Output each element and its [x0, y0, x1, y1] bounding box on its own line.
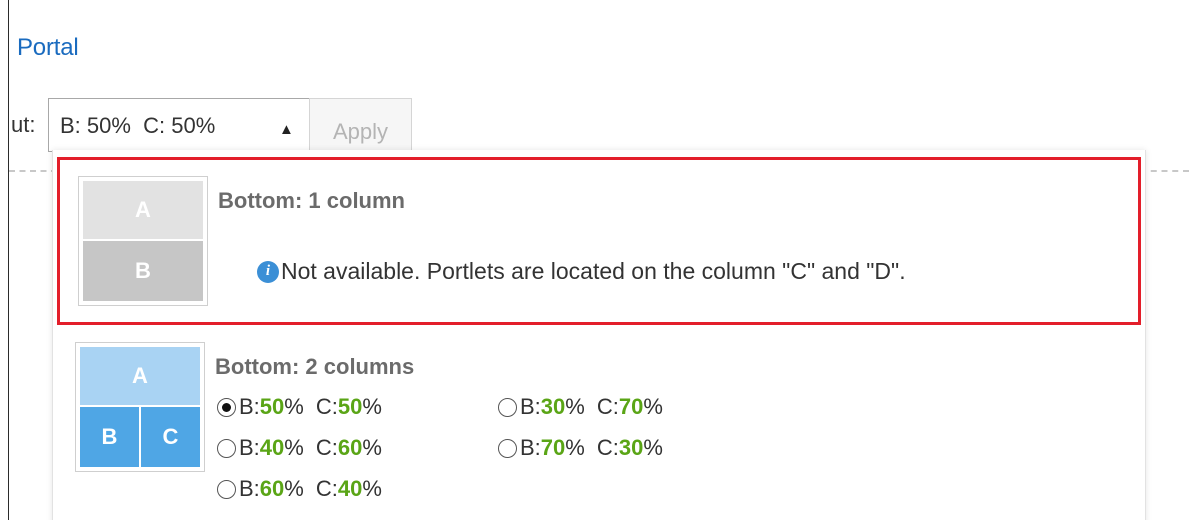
radio-pct-sign: % [362, 435, 382, 460]
radio-b60-c40[interactable]: B: 60% C: 40% [217, 476, 382, 502]
radio-pct-sign: % [362, 394, 382, 419]
radio-c-label: C: [596, 435, 619, 460]
radio-b-label: B: [239, 394, 260, 419]
option-title: Bottom: 2 columns [215, 354, 415, 379]
radio-b-pct: 30 [540, 394, 566, 419]
radio-c-label: C: [315, 476, 338, 501]
radio-c-pct: 50 [337, 394, 363, 419]
portal-layout-page: Portal ut: B: 50% C: 50% ▲ Apply A B Bot… [0, 0, 1189, 520]
radio-b70-c30[interactable]: B: 70% C: 30% [498, 435, 663, 461]
radio-b-label: B: [520, 435, 541, 460]
radio-b-pct: 60 [259, 476, 285, 501]
radio-pct-sign: % [643, 435, 663, 460]
radio-button-checked[interactable] [217, 397, 236, 417]
radio-pct-sign: % [565, 435, 585, 460]
radio-pct-sign: % [362, 476, 382, 501]
dashed-divider-right [1140, 170, 1189, 172]
not-available-notice: i Not available. Portlets are located on… [257, 258, 906, 285]
option-title: Bottom: 1 column [218, 188, 405, 213]
radio-pct-sign: % [565, 394, 585, 419]
radio-c-label: C: [596, 394, 619, 419]
radio-button[interactable] [217, 438, 236, 458]
caret-up-icon: ▲ [279, 121, 294, 138]
radio-button[interactable] [498, 397, 517, 417]
radio-b-pct: 50 [259, 394, 285, 419]
layout-select-value: B: 50% C: 50% [60, 113, 216, 138]
notice-text: Not available. Portlets are located on t… [281, 258, 906, 284]
radio-b-label: B: [239, 435, 260, 460]
layout-thumbnail-2-columns: A B C [75, 342, 205, 472]
radio-button[interactable] [498, 438, 517, 458]
radio-pct-sign: % [284, 476, 304, 501]
dashed-divider-left [9, 170, 57, 172]
radio-c-label: C: [315, 394, 338, 419]
layout-option-bottom-1-column: A B Bottom: 1 column i Not available. Po… [57, 157, 1141, 325]
radio-b-pct: 70 [540, 435, 566, 460]
radio-b-label: B: [239, 476, 260, 501]
radio-c-label: C: [315, 435, 338, 460]
layout-select[interactable]: B: 50% C: 50% ▲ [48, 98, 310, 152]
thumbnail-cell-b: B [80, 407, 139, 467]
info-icon: i [257, 260, 279, 283]
radio-b30-c70[interactable]: B: 30% C: 70% [498, 394, 663, 420]
radio-c-pct: 70 [618, 394, 644, 419]
radio-c-pct: 30 [618, 435, 644, 460]
radio-pct-sign: % [284, 435, 304, 460]
apply-button[interactable]: Apply [309, 98, 412, 152]
radio-b-pct: 40 [259, 435, 285, 460]
radio-c-pct: 40 [337, 476, 363, 501]
radio-b50-c50[interactable]: B: 50% C: 50% [217, 394, 382, 420]
radio-pct-sign: % [643, 394, 663, 419]
thumbnail-cell-b: B [83, 241, 203, 301]
layout-option-bottom-2-columns: A B C Bottom: 2 columns B: 50% C: 50% B: 30%… [57, 330, 1141, 520]
radio-b40-c60[interactable]: B: 40% C: 60% [217, 435, 382, 461]
thumbnail-cell-c: C [141, 407, 200, 467]
layout-label: ut: [11, 112, 36, 137]
left-border [8, 0, 9, 520]
radio-c-pct: 60 [337, 435, 363, 460]
thumbnail-cell-a: A [80, 347, 200, 405]
layout-thumbnail-1-column: A B [78, 176, 208, 306]
radio-pct-sign: % [284, 394, 304, 419]
radio-b-label: B: [520, 394, 541, 419]
radio-button[interactable] [217, 479, 236, 499]
portal-link[interactable]: Portal [17, 34, 79, 62]
thumbnail-cell-a: A [83, 181, 203, 239]
